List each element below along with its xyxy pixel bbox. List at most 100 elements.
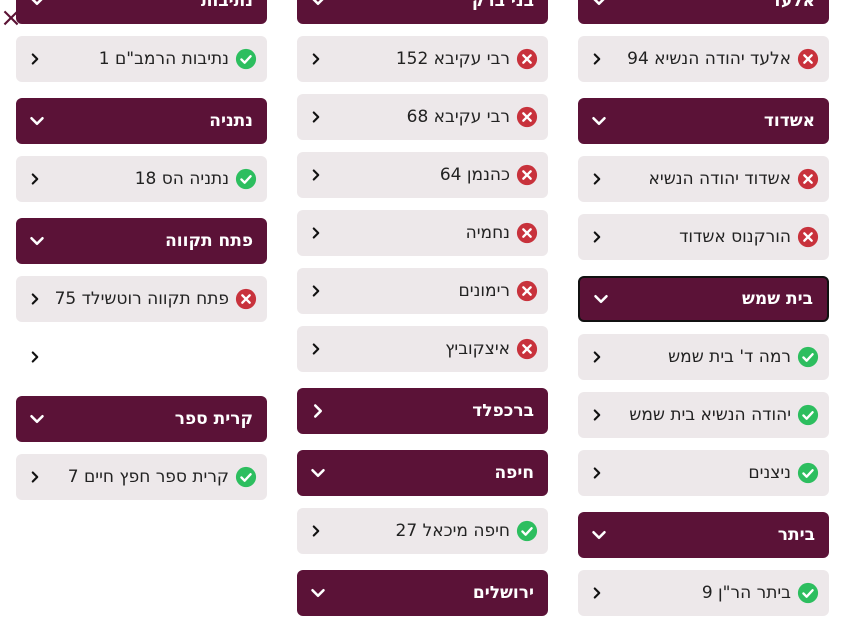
city-header-label: נתיבות [200,0,253,11]
branch-item[interactable]: חיפה מיכאל 27 [297,508,548,554]
chevron-right-icon[interactable] [307,340,325,358]
x-circle-icon [516,222,538,244]
chevron-right-icon[interactable] [307,166,325,184]
x-circle-icon [797,48,819,70]
chevron-down-icon[interactable] [307,582,329,604]
chevron-down-icon[interactable] [26,230,48,252]
branch-item[interactable]: רבי עקיבא 152 [297,36,548,82]
branch-name: אשדוד יהודה הנשיא [648,169,791,189]
city-header[interactable]: אלעד [578,0,829,24]
branch-item[interactable]: נתניה הס 18 [16,156,267,202]
branch-item[interactable]: הורקנוס אשדוד [578,214,829,260]
branch-item[interactable]: איצקוביץ [297,326,548,372]
branch-item[interactable]: פתח תקווה רוטשילד 75 [16,276,267,322]
chevron-right-icon[interactable] [588,50,606,68]
x-circle-icon [797,226,819,248]
chevron-right-icon[interactable] [307,224,325,242]
x-circle-icon [516,106,538,128]
branch-item[interactable]: רימונים [297,268,548,314]
city-header[interactable]: נתניה [16,98,267,144]
branch-item[interactable]: קרית ספר חפץ חיים 7 [16,454,267,500]
branch-item[interactable]: כהנמן 64 [297,152,548,198]
branch-item[interactable]: ניצנים [578,450,829,496]
chevron-down-icon[interactable] [26,408,48,430]
chevron-right-icon[interactable] [26,348,44,366]
branch-item[interactable]: רמה ד' בית שמש [578,334,829,380]
branch-name: רבי עקיבא 152 [395,49,510,69]
chevron-right-icon[interactable] [588,464,606,482]
x-circle-icon [516,338,538,360]
city-header-label: בני ברק [471,0,534,11]
check-circle-icon [797,462,819,484]
branch-item[interactable]: נתיבות הרמב"ם 1 [16,36,267,82]
chevron-down-icon[interactable] [26,110,48,132]
branch-name: איצקוביץ [445,339,510,359]
branch-name: רמה ד' בית שמש [668,347,791,367]
chevron-down-icon[interactable] [588,524,610,546]
branch-name: אלעד יהודה הנשיא 94 [627,49,791,69]
city-header[interactable]: קרית ספר [16,396,267,442]
chevron-right-icon[interactable] [307,50,325,68]
branch-item[interactable]: יהודה הנשיא בית שמש [578,392,829,438]
chevron-right-icon[interactable] [26,50,44,68]
x-circle-icon [516,280,538,302]
chevron-right-icon[interactable] [588,170,606,188]
branch-name: ביתר הר"ן 9 [701,583,791,603]
city-header-label: נתניה [209,111,253,131]
branch-name: פתח תקווה רוטשילד 75 [54,289,229,309]
chevron-right-icon[interactable] [26,290,44,308]
branch-name: חיפה מיכאל 27 [395,521,510,541]
branch-name: רימונים [458,281,510,301]
branch-name: נחמיה [465,223,510,243]
city-header[interactable]: ביתר [578,512,829,558]
chevron-right-icon[interactable] [307,108,325,126]
chevron-down-icon[interactable] [307,0,329,12]
city-header-label: בית שמש [742,289,813,309]
city-header-label: פתח תקווה [165,231,253,251]
branch-item[interactable] [16,334,267,380]
chevron-right-icon[interactable] [307,522,325,540]
chevron-down-icon[interactable] [307,462,329,484]
city-header[interactable]: ברכפלד [297,388,548,434]
branch-name: ניצנים [748,463,791,483]
branch-item[interactable]: רבי עקיבא 68 [297,94,548,140]
city-header[interactable]: בני ברק [297,0,548,24]
chevron-down-icon[interactable] [26,0,48,12]
branch-item[interactable]: אשדוד יהודה הנשיא [578,156,829,202]
check-circle-icon [797,404,819,426]
city-header[interactable]: חיפה [297,450,548,496]
chevron-right-icon[interactable] [588,348,606,366]
city-header[interactable]: פתח תקווה [16,218,267,264]
check-circle-icon [516,520,538,542]
city-header[interactable]: אשדוד [578,98,829,144]
chevron-right-icon[interactable] [307,282,325,300]
city-header-label: ירושלים [472,583,534,603]
branch-name: הורקנוס אשדוד [679,227,791,247]
chevron-right-icon[interactable] [307,400,329,422]
x-circle-icon [797,168,819,190]
chevron-down-icon[interactable] [588,110,610,132]
branch-name: יהודה הנשיא בית שמש [629,405,791,425]
city-header[interactable]: ירושלים [297,570,548,616]
chevron-right-icon[interactable] [26,170,44,188]
chevron-right-icon[interactable] [588,584,606,602]
branch-name: נתניה הס 18 [134,169,229,189]
branch-item[interactable]: נחמיה [297,210,548,256]
chevron-down-icon[interactable] [590,288,612,310]
chevron-right-icon[interactable] [26,468,44,486]
x-circle-icon [516,164,538,186]
city-header[interactable]: נתיבות [16,0,267,24]
chevron-right-icon[interactable] [588,406,606,424]
city-header-label: אשדוד [763,111,815,131]
chevron-right-icon[interactable] [588,228,606,246]
city-header-label: חיפה [494,463,534,483]
check-circle-icon [235,48,257,70]
city-header-label: ברכפלד [472,401,534,421]
x-circle-icon [516,48,538,70]
city-header-label: קרית ספר [174,409,253,429]
branch-name: כהנמן 64 [439,165,510,185]
branch-item[interactable]: אלעד יהודה הנשיא 94 [578,36,829,82]
chevron-down-icon[interactable] [588,0,610,12]
branch-item[interactable]: ביתר הר"ן 9 [578,570,829,616]
city-header[interactable]: בית שמש [578,276,829,322]
